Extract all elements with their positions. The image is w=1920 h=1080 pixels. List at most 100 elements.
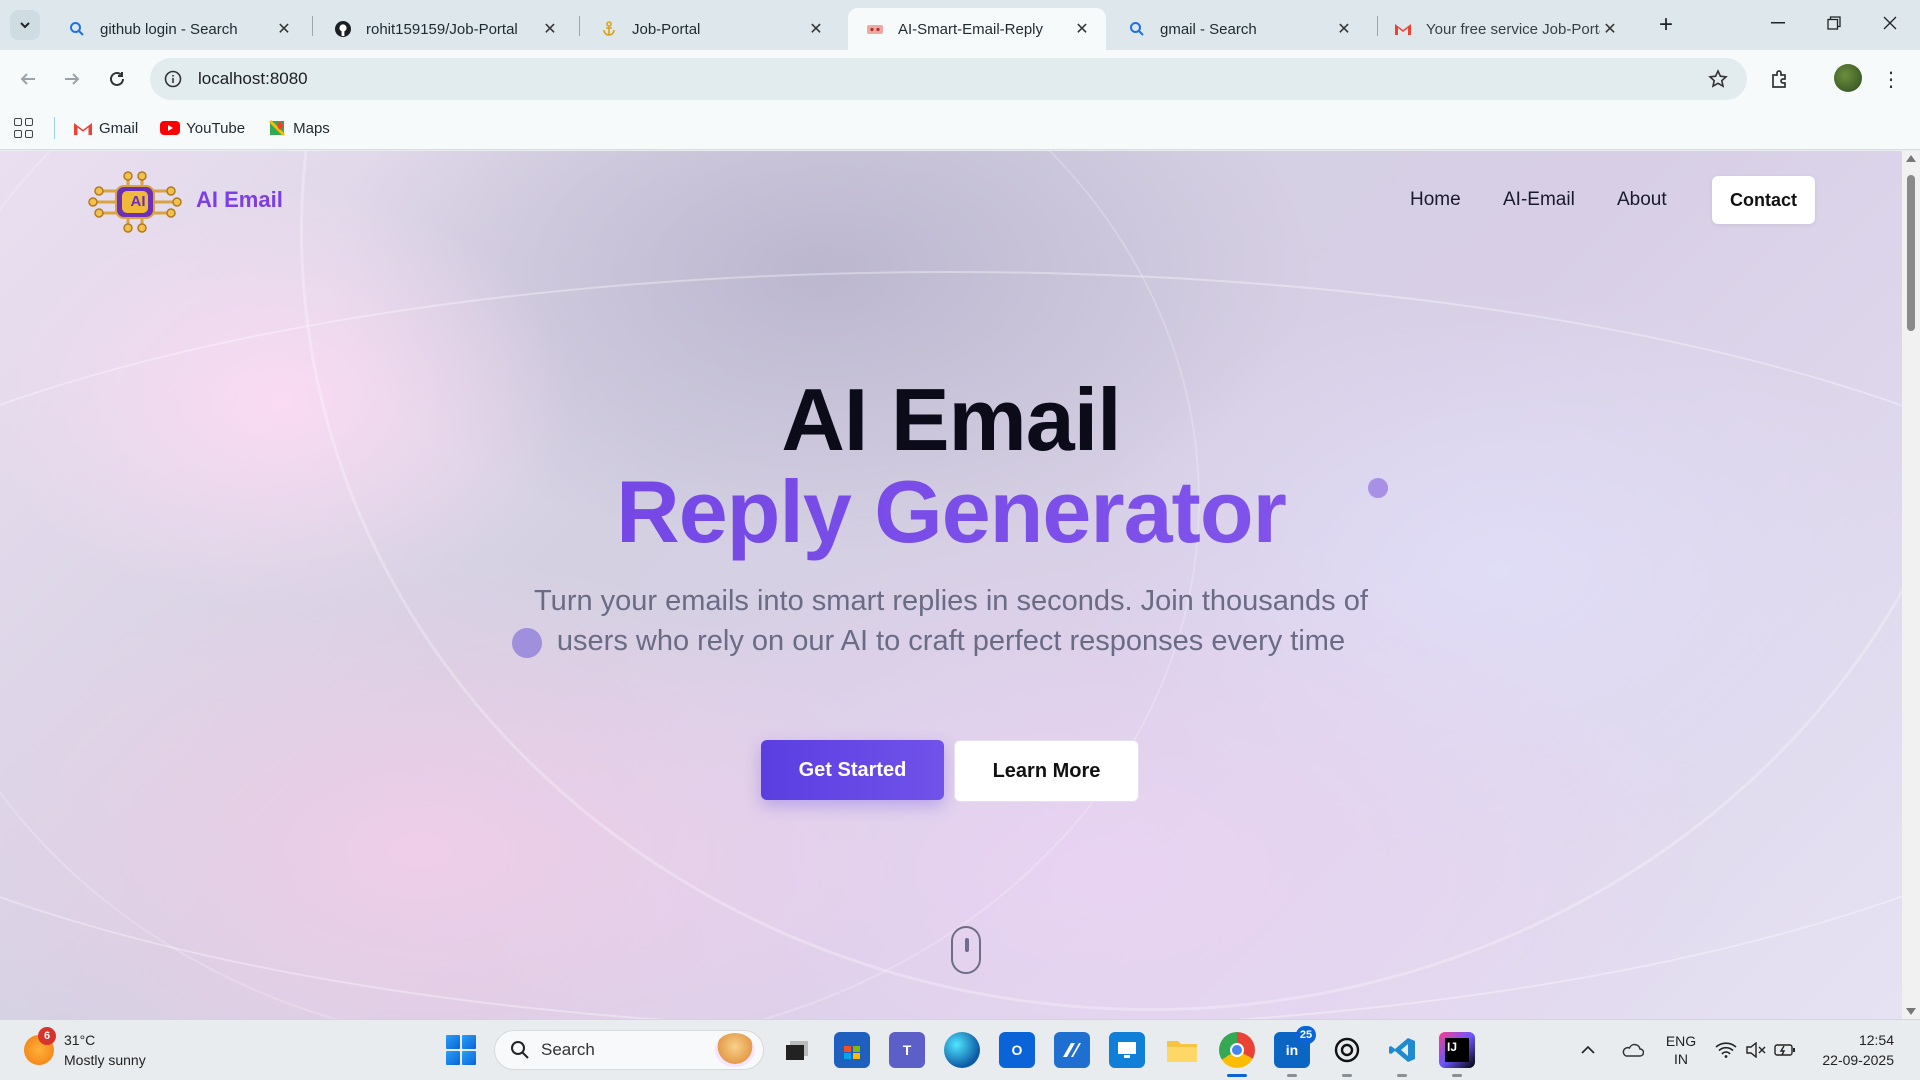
intellij-icon[interactable]: IJ <box>1439 1032 1475 1077</box>
forward-button[interactable] <box>57 64 87 94</box>
search-icon <box>509 1039 531 1061</box>
battery-icon[interactable] <box>1774 1020 1796 1080</box>
browser-menu-button[interactable]: ⋮ <box>1878 64 1904 94</box>
tab-title: rohit159159/Job-Portal <box>366 20 518 38</box>
task-view-icon[interactable] <box>779 1032 815 1068</box>
tab-search-button[interactable] <box>10 10 40 40</box>
contact-button[interactable]: Contact <box>1712 176 1815 224</box>
arrow-right-icon <box>65 73 80 85</box>
puzzle-icon <box>1772 70 1786 88</box>
app-icon[interactable] <box>1054 1032 1090 1068</box>
search-label: Search <box>541 1040 595 1059</box>
show-hidden-icons[interactable] <box>1580 1020 1596 1080</box>
scroll-down-arrow[interactable] <box>1906 1008 1916 1015</box>
tab-title: AI-Smart-Email-Reply <box>898 20 1044 38</box>
bookmark-label: YouTube <box>186 119 246 137</box>
apps-grid-icon[interactable] <box>14 118 34 138</box>
teams-icon[interactable]: T <box>889 1032 925 1068</box>
tab-ai-smart-email-reply[interactable]: AI-Smart-Email-Reply ✕ <box>848 8 1106 50</box>
extensions-button[interactable] <box>1765 64 1795 94</box>
learn-more-button[interactable]: Learn More <box>954 740 1139 802</box>
restore-button[interactable] <box>1806 0 1862 46</box>
close-tab-icon[interactable]: ✕ <box>1334 19 1354 39</box>
tab-github-login-search[interactable]: github login - Search ✕ <box>50 8 308 50</box>
gmail-icon <box>1394 20 1412 38</box>
start-button[interactable] <box>446 1035 476 1065</box>
restore-icon <box>1827 16 1841 30</box>
tab-job-portal[interactable]: Job-Portal ✕ <box>582 8 840 50</box>
clock-time: 12:54 <box>1858 1032 1894 1048</box>
system-clock[interactable]: 12:54 22-09-2025 <box>1800 1030 1894 1070</box>
search-icon <box>68 20 86 38</box>
bookmark-maps[interactable]: Maps <box>267 120 330 137</box>
close-tab-icon[interactable]: ✕ <box>540 19 560 39</box>
bookmarks-bar: Gmail YouTube Maps <box>0 107 1920 150</box>
volume-muted-icon[interactable] <box>1746 1020 1766 1080</box>
search-highlight-icon <box>715 1033 755 1067</box>
chevron-down-icon <box>20 22 30 29</box>
lang-code: ENG <box>1665 1033 1697 1049</box>
nav-home[interactable]: Home <box>1410 189 1461 211</box>
taskbar-search[interactable]: Search <box>494 1030 764 1070</box>
wifi-icon[interactable] <box>1715 1020 1737 1080</box>
page-scrollbar[interactable] <box>1902 151 1920 1019</box>
tab-title: Job-Portal <box>632 20 701 38</box>
profile-avatar[interactable] <box>1834 64 1862 92</box>
language-indicator[interactable]: ENG IN <box>1666 1020 1696 1080</box>
new-tab-button[interactable]: + <box>1651 10 1681 40</box>
address-bar[interactable]: localhost:8080 <box>150 58 1747 100</box>
url-text[interactable]: localhost:8080 <box>198 69 1703 89</box>
scroll-up-arrow[interactable] <box>1906 155 1916 162</box>
windows-taskbar: 6 31°C Mostly sunny Search T O in 25 IJ … <box>0 1019 1920 1080</box>
reload-button[interactable] <box>102 64 132 94</box>
linkedin-icon[interactable]: in 25 <box>1274 1026 1316 1077</box>
tab-divider <box>312 16 313 36</box>
site-info-icon[interactable] <box>162 68 184 90</box>
remote-desktop-icon[interactable] <box>1109 1032 1145 1068</box>
search-icon <box>1128 20 1146 38</box>
tab-title: gmail - Search <box>1160 20 1257 38</box>
microsoft-store-icon[interactable] <box>834 1032 870 1068</box>
active-app-indicator <box>1227 1074 1247 1077</box>
weather-badge: 6 <box>38 1027 56 1045</box>
scrollbar-thumb[interactable] <box>1907 175 1915 331</box>
close-window-button[interactable] <box>1862 0 1918 46</box>
tab-job-portal-repo[interactable]: rohit159159/Job-Portal ✕ <box>316 8 574 50</box>
decorative-dot <box>1368 478 1388 498</box>
close-tab-icon[interactable]: ✕ <box>806 19 826 39</box>
running-app-indicator <box>1397 1074 1407 1077</box>
chrome-icon[interactable] <box>1219 1032 1255 1077</box>
back-button[interactable] <box>13 64 43 94</box>
outlook-icon[interactable]: O <box>999 1032 1035 1068</box>
github-icon <box>334 20 352 38</box>
running-app-indicator <box>1452 1074 1462 1077</box>
youtube-icon <box>160 120 181 136</box>
get-started-button[interactable]: Get Started <box>761 740 944 800</box>
tab-gmail-search[interactable]: gmail - Search ✕ <box>1110 8 1368 50</box>
nav-about[interactable]: About <box>1617 189 1667 211</box>
bookmark-gmail[interactable]: Gmail <box>73 120 138 137</box>
bookmark-star-icon[interactable] <box>1703 64 1733 94</box>
hero-title-accent: Reply Generator <box>0 461 1902 563</box>
vscode-icon[interactable] <box>1384 1032 1420 1077</box>
gmail-icon <box>73 120 93 136</box>
weather-condition: Mostly sunny <box>64 1052 146 1068</box>
minimize-button[interactable] <box>1750 0 1806 46</box>
tab-title: Your free service Job-Porta <box>1426 20 1600 38</box>
reload-icon <box>110 71 124 86</box>
close-tab-icon[interactable]: ✕ <box>1600 19 1620 39</box>
brand-name[interactable]: AI Email <box>196 187 283 213</box>
bookmark-label: Maps <box>293 119 330 137</box>
nav-ai-email[interactable]: AI-Email <box>1503 189 1575 211</box>
running-app-indicator <box>1287 1074 1297 1077</box>
close-tab-icon[interactable]: ✕ <box>274 19 294 39</box>
bookmark-youtube[interactable]: YouTube <box>160 120 245 137</box>
tab-free-service-gmail[interactable]: Your free service Job-Porta ✕ <box>1376 8 1634 50</box>
onedrive-icon[interactable] <box>1620 1020 1644 1080</box>
chatgpt-icon[interactable] <box>1329 1032 1365 1077</box>
weather-widget[interactable]: 6 31°C Mostly sunny <box>24 1027 146 1070</box>
close-tab-icon[interactable]: ✕ <box>1072 19 1092 39</box>
page-viewport: AI AI Email Home AI-Email About Contact … <box>0 151 1902 1019</box>
file-explorer-icon[interactable] <box>1164 1032 1200 1068</box>
edge-icon[interactable] <box>944 1032 980 1068</box>
